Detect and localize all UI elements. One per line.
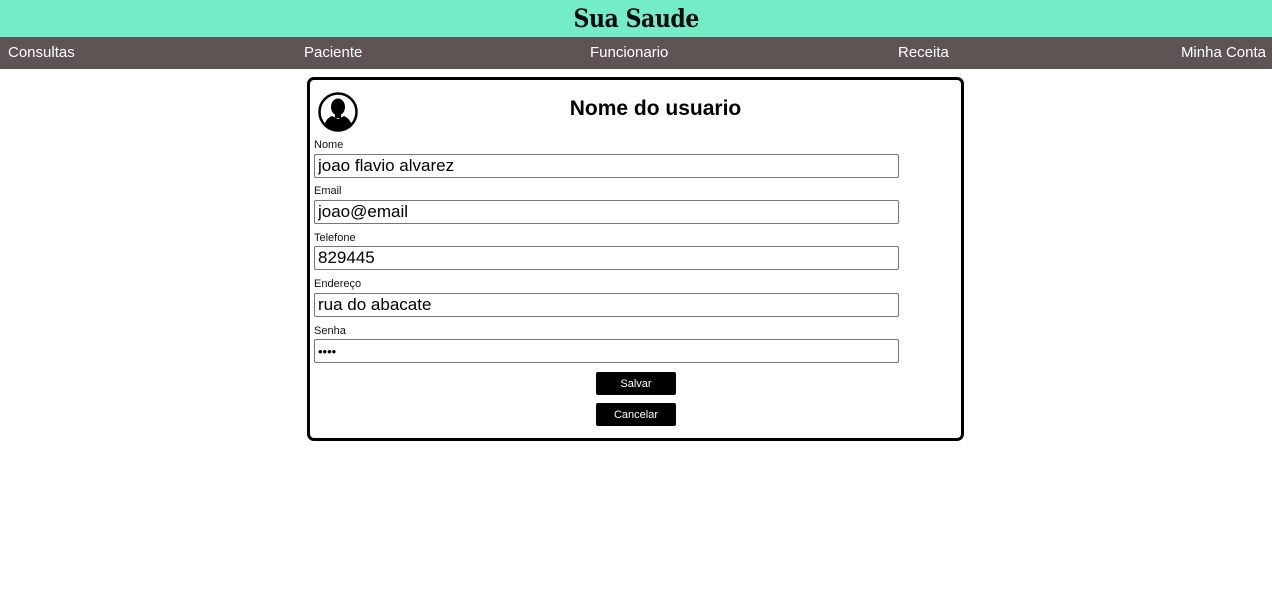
cancel-button[interactable]: Cancelar (596, 403, 676, 426)
nav-item-paciente[interactable]: Paciente (304, 37, 362, 69)
name-field[interactable] (314, 154, 899, 178)
phone-field[interactable] (314, 246, 899, 270)
email-field[interactable] (314, 200, 899, 224)
app-header: Sua Saude (0, 0, 1272, 37)
nav-item-receita[interactable]: Receita (898, 37, 949, 69)
address-label: Endereço (314, 278, 362, 290)
profile-card: Nome do usuario Nome Email Telefone Ende… (307, 77, 964, 441)
address-field[interactable] (314, 293, 899, 317)
password-label: Senha (314, 325, 346, 337)
profile-title: Nome do usuario (569, 97, 742, 120)
name-label: Nome (314, 139, 344, 151)
main-nav: Consultas Paciente Funcionario Receita M… (0, 37, 1272, 69)
brand-title: Sua Saude (573, 4, 699, 33)
nav-item-consultas[interactable]: Consultas (8, 37, 75, 69)
password-field[interactable] (314, 339, 899, 363)
save-button[interactable]: Salvar (596, 372, 676, 395)
email-label: Email (314, 185, 342, 197)
nav-item-minha-conta[interactable]: Minha Conta (1181, 37, 1266, 69)
nav-item-funcionario[interactable]: Funcionario (590, 37, 668, 69)
phone-label: Telefone (314, 232, 356, 244)
